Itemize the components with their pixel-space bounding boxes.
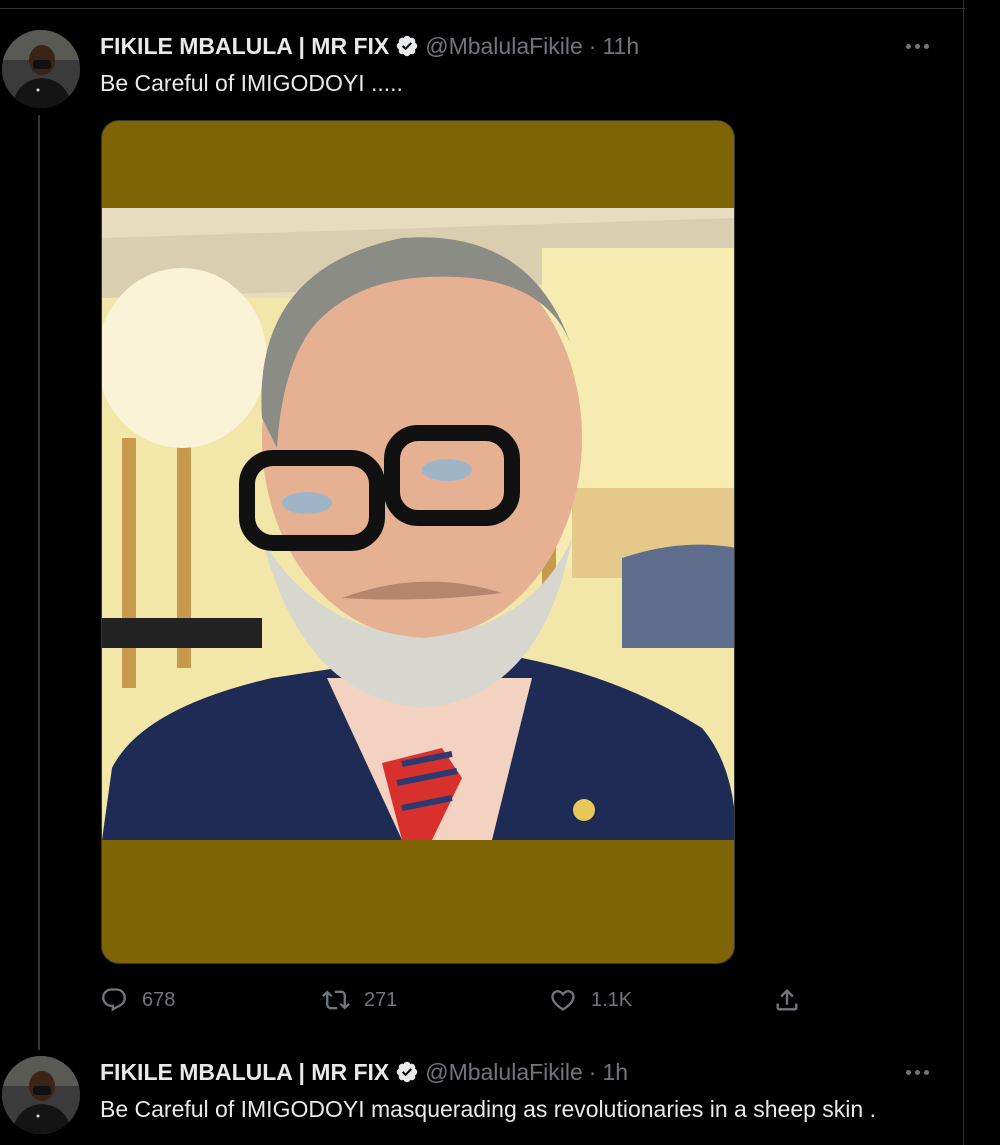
heart-icon <box>551 990 575 1011</box>
tweet-header: FIKILE MBALULA | MR FIX @MbalulaFikile ·… <box>100 1057 628 1087</box>
avatar[interactable] <box>2 1056 80 1134</box>
thread-connector-line <box>38 115 40 1050</box>
reply-count: 678 <box>142 988 176 1011</box>
separator-dot: · <box>588 1058 597 1085</box>
retweet-button[interactable]: 271 <box>322 986 397 1014</box>
tweet-header: FIKILE MBALULA | MR FIX @MbalulaFikile ·… <box>100 31 639 61</box>
share-button[interactable] <box>773 986 801 1014</box>
more-options-icon[interactable] <box>906 40 936 52</box>
like-button[interactable]: 1.1K <box>549 986 632 1014</box>
tweet-actions: 678 271 1.1K <box>100 986 820 1016</box>
handle[interactable]: @MbalulaFikile <box>425 33 583 60</box>
separator-dot: · <box>588 32 597 59</box>
handle[interactable]: @MbalulaFikile <box>425 1059 583 1086</box>
timestamp[interactable]: 1h <box>602 1059 628 1086</box>
tweet-text: Be Careful of IMIGODOYI ..... <box>100 70 403 96</box>
tweet-text: Be Careful of IMIGODOYI masquerading as … <box>100 1096 876 1122</box>
portrait-photo <box>102 208 734 840</box>
tweet-media-image[interactable] <box>101 120 735 964</box>
share-icon <box>776 989 798 1011</box>
timestamp[interactable]: 11h <box>602 33 639 60</box>
timeline-right-border <box>963 0 964 1145</box>
more-options-icon[interactable] <box>906 1066 936 1078</box>
verified-badge-icon <box>395 1060 419 1084</box>
retweet-icon <box>322 990 350 1010</box>
reply-button[interactable]: 678 <box>100 986 175 1014</box>
retweet-count: 271 <box>364 988 398 1011</box>
reply-icon <box>102 988 126 1012</box>
avatar[interactable] <box>2 30 80 108</box>
display-name[interactable]: FIKILE MBALULA | MR FIX <box>100 1059 389 1086</box>
like-count: 1.1K <box>591 988 633 1011</box>
verified-badge-icon <box>395 34 419 58</box>
display-name[interactable]: FIKILE MBALULA | MR FIX <box>100 33 389 60</box>
top-divider <box>0 0 965 9</box>
